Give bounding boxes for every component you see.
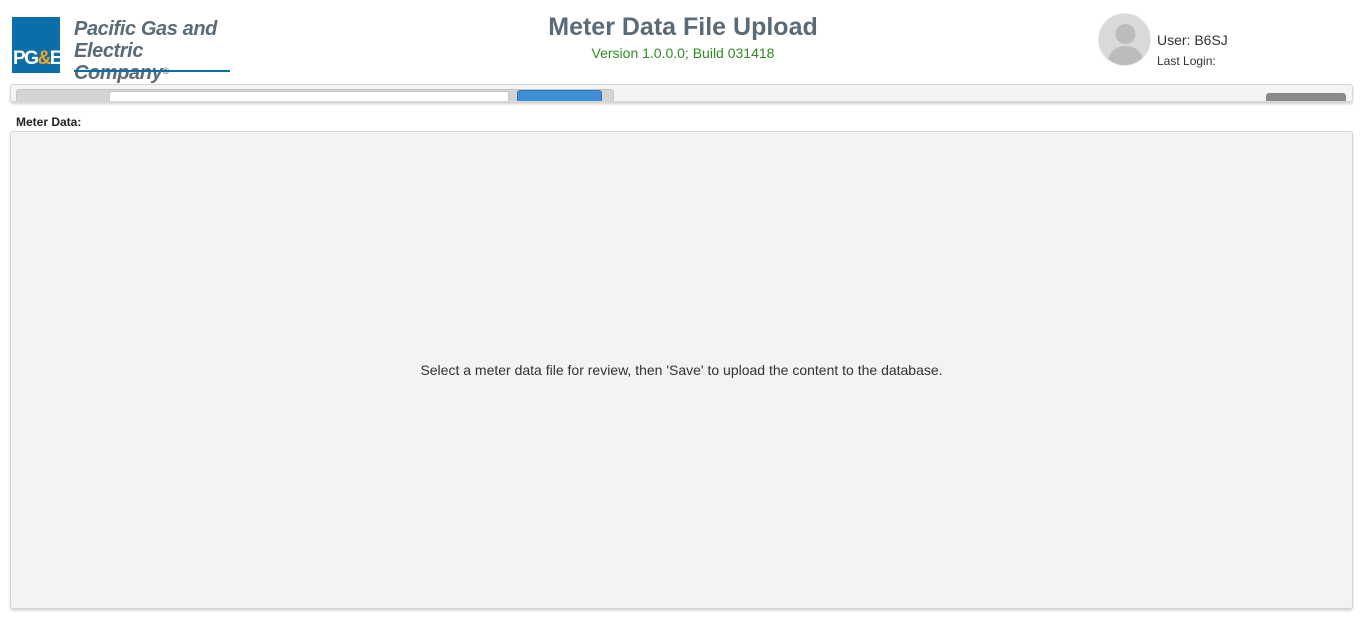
company-logo: PG&E Pacific Gas and Electric Company®: [12, 17, 232, 84]
pge-logo-icon: PG&E: [12, 17, 63, 73]
browse-button[interactable]: [517, 90, 602, 101]
page-title: Meter Data File Upload: [548, 13, 818, 41]
app-header: PG&E Pacific Gas and Electric Company® M…: [0, 0, 1366, 84]
company-name-line1: Pacific Gas and: [74, 18, 217, 40]
version-label: Version 1.0.0.0; Build 031418: [591, 45, 775, 61]
user-avatar-icon[interactable]: [1098, 13, 1151, 66]
user-silhouette-icon: [1099, 14, 1150, 65]
meter-data-label: Meter Data:: [16, 115, 82, 129]
file-path-input[interactable]: [109, 91, 509, 101]
logo-letters: PG&E: [13, 48, 63, 69]
logo-letters-pg: PG: [13, 48, 39, 69]
meter-data-panel: Select a meter data file for review, the…: [10, 131, 1353, 609]
logo-underline: [74, 70, 230, 72]
company-name-line2: Electric Company: [74, 40, 163, 84]
last-login-label: Last Login:: [1157, 54, 1216, 68]
toolbar: [10, 84, 1353, 102]
company-name: Pacific Gas and Electric Company®: [74, 18, 232, 84]
empty-state-message: Select a meter data file for review, the…: [420, 362, 943, 378]
logo-letters-amp: &: [37, 48, 51, 69]
logo-letters-e: E: [49, 48, 63, 69]
company-name-line2-wrap: Electric Company®: [74, 40, 232, 84]
save-button[interactable]: [1266, 93, 1346, 101]
user-label: User: B6SJ: [1157, 32, 1228, 48]
title-block: Meter Data File Upload Version 1.0.0.0; …: [483, 12, 883, 63]
